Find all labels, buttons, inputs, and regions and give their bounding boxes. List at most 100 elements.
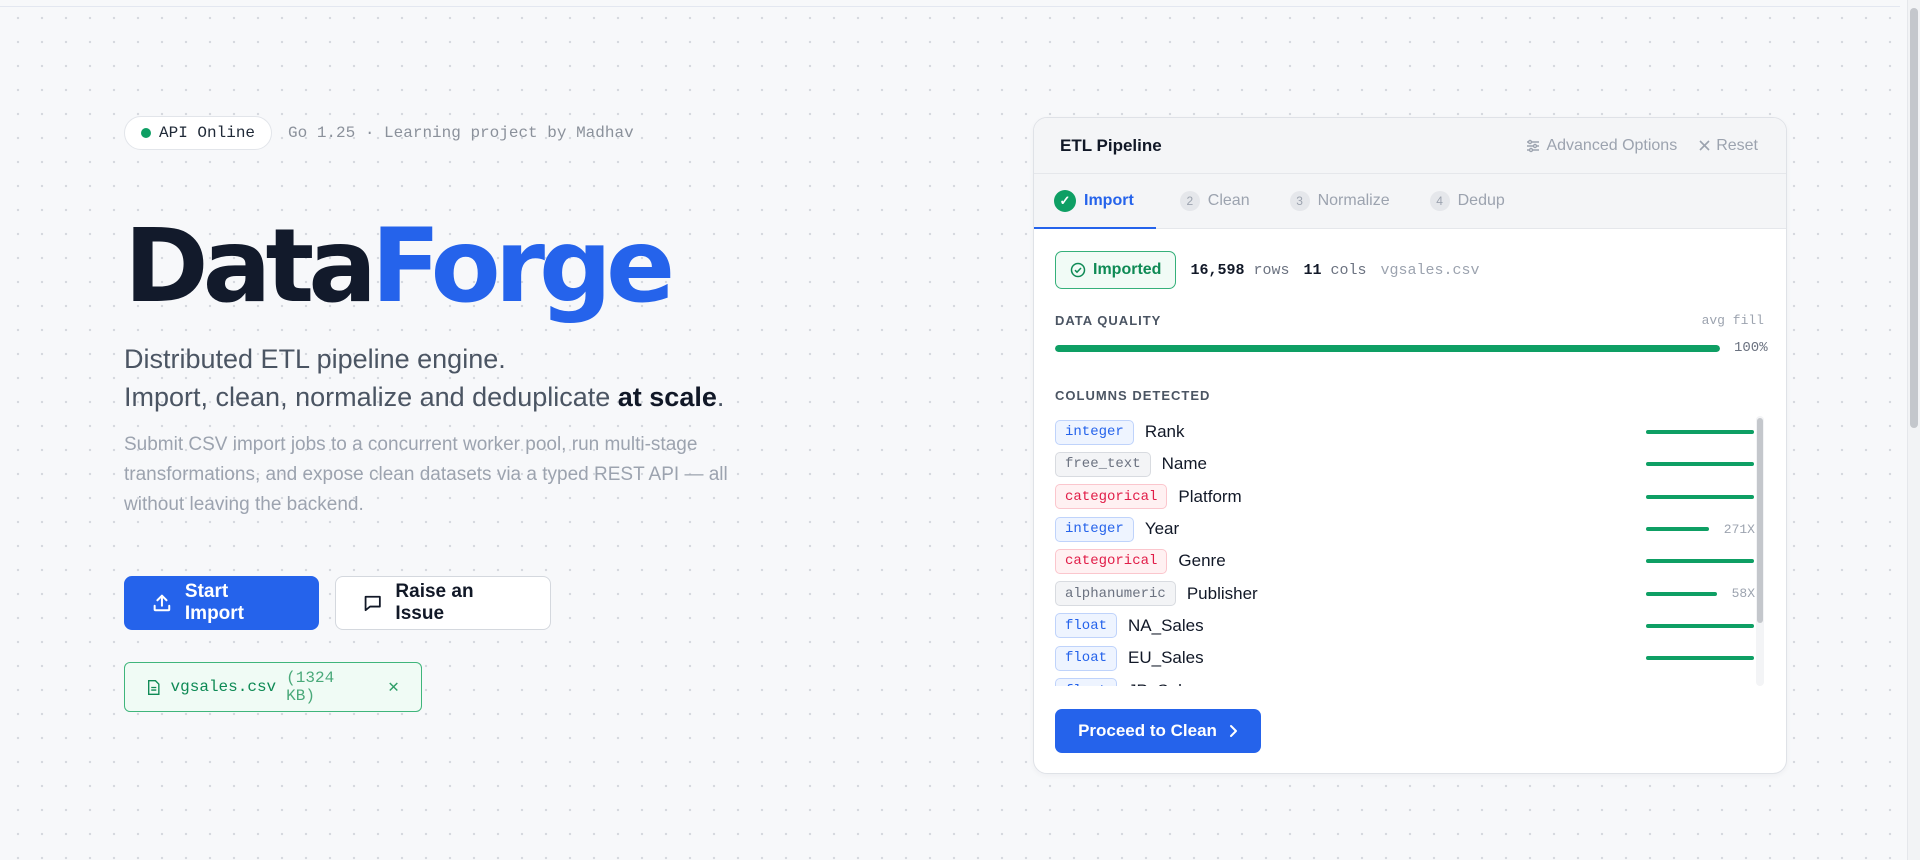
brand-title: DataForge: [124, 212, 804, 322]
column-fill: [1646, 559, 1754, 564]
column-fill: [1646, 591, 1718, 596]
tagline-emphasis: at scale: [617, 382, 717, 412]
data-quality-header: DATA QUALITY avg fill: [1055, 313, 1764, 328]
sliders-icon: [1527, 139, 1540, 152]
step-number: 3: [1289, 191, 1310, 211]
raise-issue-button[interactable]: Raise an Issue: [335, 576, 551, 630]
check-circle-icon: [1070, 262, 1086, 278]
data-quality-bar: [1055, 344, 1720, 352]
tab-clean[interactable]: 2 Clean: [1179, 174, 1266, 228]
description: Submit CSV import jobs to a concurrent w…: [124, 434, 728, 515]
column-type-tag: float: [1055, 613, 1118, 639]
column-row: alphanumeric Publisher 58X: [1055, 577, 1755, 609]
columns-scrollbar-thumb[interactable]: [1757, 418, 1763, 623]
tab-clean-label: Clean: [1207, 192, 1250, 209]
column-name: Genre: [1178, 551, 1226, 571]
import-summary: Imported 16,598 rows 11 cols vgsales.csv: [1055, 251, 1764, 289]
columns-scroll-area[interactable]: integer Rank free_text Name categorical Platf…: [1055, 416, 1764, 686]
advanced-options-button[interactable]: Advanced Options: [1526, 137, 1677, 155]
column-name: Name: [1161, 454, 1207, 474]
column-row: float EU_Sales: [1055, 642, 1755, 674]
column-cardinality: 58X: [1731, 586, 1755, 602]
column-count-unit: cols: [1330, 261, 1367, 279]
column-fill-bar: [1646, 559, 1754, 564]
column-type-tag: integer: [1055, 419, 1134, 445]
raise-issue-label: Raise an Issue: [395, 581, 474, 624]
reset-button[interactable]: Reset: [1699, 137, 1758, 155]
column-row: integer Year 271X: [1055, 513, 1755, 545]
brand-part-forge: Forge: [371, 207, 675, 326]
advanced-options-label: Advanced Options: [1546, 136, 1678, 154]
column-name: NA_Sales: [1128, 615, 1204, 635]
panel-body: Imported 16,598 rows 11 cols vgsales.csv…: [1034, 229, 1786, 686]
status-dot-icon: [141, 128, 151, 138]
tagline-line2: Import, clean, normalize and deduplicate…: [124, 378, 804, 416]
column-type-tag: integer: [1055, 516, 1134, 542]
reset-label: Reset: [1716, 136, 1758, 154]
column-fill: [1646, 656, 1754, 661]
hero-actions: Start Import Raise an Issue: [124, 576, 804, 630]
tab-dedup-label: Dedup: [1457, 192, 1505, 209]
column-name: JP_Sales: [1128, 681, 1200, 686]
column-type-tag: categorical: [1055, 548, 1168, 574]
chevron-right-icon: [1229, 725, 1237, 737]
tab-import[interactable]: ✓ Import: [1034, 174, 1156, 229]
remove-file-button[interactable]: ✕: [388, 676, 399, 698]
data-quality-label: DATA QUALITY: [1055, 313, 1162, 328]
column-row: categorical Platform: [1055, 481, 1755, 513]
column-fill-bar: [1646, 494, 1754, 499]
column-cardinality: 271X: [1723, 521, 1755, 537]
brand-part-data: Data: [124, 207, 377, 326]
step-number: 2: [1179, 191, 1200, 211]
api-status-badge: API Online: [124, 116, 273, 150]
chat-bubble-icon: [364, 595, 381, 612]
api-status-label: API Online: [159, 124, 256, 142]
columns-scrollbar[interactable]: [1756, 416, 1764, 686]
tab-dedup[interactable]: 4 Dedup: [1429, 174, 1521, 228]
column-type-tag: alphanumeric: [1055, 581, 1176, 607]
column-fill-bar: [1646, 462, 1754, 467]
column-type-tag: free_text: [1055, 451, 1151, 477]
row-count: 16,598 rows: [1190, 262, 1289, 279]
step-number: 4: [1429, 191, 1450, 211]
project-meta: Go 1.25 · Learning project by Madhav: [288, 124, 634, 142]
column-name: Publisher: [1186, 583, 1258, 603]
close-icon: [1699, 140, 1710, 151]
tab-normalize[interactable]: 3 Normalize: [1289, 174, 1406, 228]
proceed-to-clean-button[interactable]: Proceed to Clean: [1055, 709, 1261, 753]
tab-normalize-label: Normalize: [1317, 192, 1390, 209]
row-count-value: 16,598: [1190, 261, 1245, 279]
proceed-label: Proceed to Clean: [1078, 721, 1217, 740]
panel-header: ETL Pipeline Advanced Options Reset: [1034, 118, 1786, 174]
start-import-button[interactable]: Start Import: [124, 576, 319, 630]
imported-status-badge: Imported: [1055, 251, 1177, 289]
column-type-tag: float: [1055, 645, 1118, 671]
column-list: integer Rank free_text Name categorical Platf…: [1055, 416, 1755, 686]
column-row: categorical Genre: [1055, 545, 1755, 577]
pipeline-tabs: ✓ Import 2 Clean 3 Normalize 4 Dedup: [1034, 174, 1786, 229]
column-name: Rank: [1144, 422, 1185, 442]
data-quality-row: 100%: [1055, 340, 1768, 356]
page-scrollbar-thumb[interactable]: [1910, 8, 1918, 428]
column-row: float NA_Sales: [1055, 610, 1755, 642]
column-type-tag: categorical: [1055, 484, 1168, 510]
column-fill: [1646, 430, 1754, 435]
tagline-line1: Distributed ETL pipeline engine.: [124, 344, 506, 374]
imported-file-name: vgsales.csv: [1380, 261, 1480, 279]
tab-import-label: Import: [1084, 192, 1134, 209]
column-fill: [1646, 494, 1754, 499]
page-scrollbar[interactable]: [1907, 0, 1920, 860]
columns-detected-label: COLUMNS DETECTED: [1055, 388, 1211, 403]
start-import-label: Start Import: [184, 581, 244, 624]
check-icon: ✓: [1054, 190, 1076, 212]
data-quality-fill: [1055, 344, 1720, 352]
column-name: Platform: [1178, 486, 1242, 506]
data-quality-percent: 100%: [1734, 340, 1768, 356]
column-fill-bar: [1646, 430, 1754, 435]
top-divider: [0, 6, 1900, 7]
status-row: API Online Go 1.25 · Learning project by…: [124, 116, 804, 150]
column-fill-bar: [1646, 623, 1754, 628]
column-name: Year: [1144, 519, 1180, 539]
file-icon: [148, 679, 160, 695]
column-fill: [1646, 623, 1754, 628]
